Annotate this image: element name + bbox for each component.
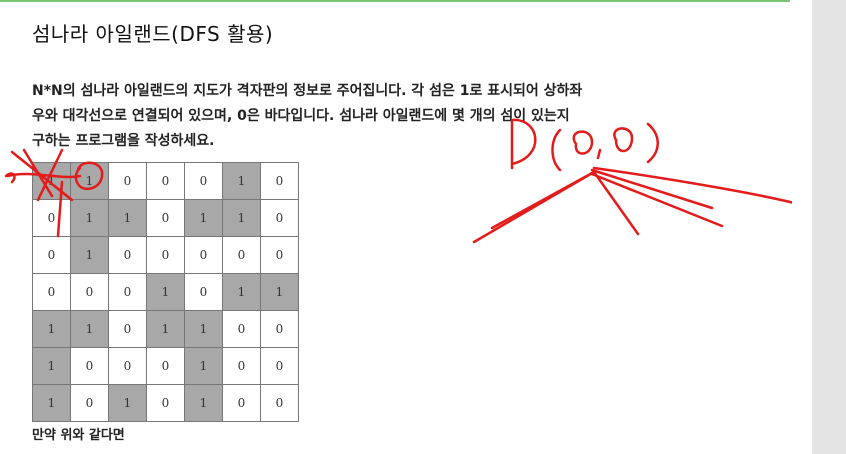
digit-zero-1 [572,130,594,155]
open-paren [551,128,562,172]
scrollbar-track[interactable] [792,0,812,454]
handwritten-annotation [4,118,808,244]
close-paren [646,122,659,164]
digit-zero-2 [613,127,634,153]
ray-right-2 [590,172,724,228]
comma-stroke [596,148,602,160]
cross-scribble [6,148,82,202]
window-edge [812,0,846,454]
ray-left-2 [490,170,596,230]
side-mark [4,172,16,184]
letter-d [510,118,537,170]
